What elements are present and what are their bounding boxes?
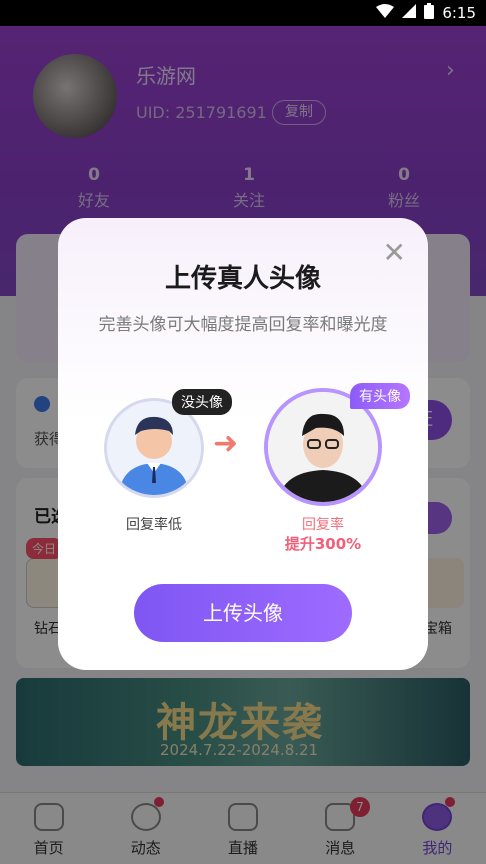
signal-icon	[402, 4, 417, 22]
dialog-subtitle: 完善头像可大幅度提高回复率和曝光度	[98, 315, 388, 335]
low-reply-caption: 回复率低	[126, 517, 182, 533]
status-bar: 6:15	[0, 0, 486, 26]
battery-icon	[424, 3, 435, 23]
dialog-title: 上传真人头像	[164, 264, 321, 294]
no-avatar-tag: 没头像	[172, 389, 232, 415]
has-avatar-tag: 有头像	[350, 383, 410, 409]
upload-avatar-button[interactable]: 上传头像	[134, 584, 352, 642]
reply-rate-caption: 回复率	[302, 517, 344, 533]
status-time: 6:15	[442, 4, 476, 22]
wifi-icon	[376, 4, 395, 22]
upload-avatar-dialog: ✕ 上传真人头像 完善头像可大幅度提高回复率和曝光度 没头像 ➜ 有头像 回复率…	[58, 218, 428, 670]
arrow-right-icon: ➜	[213, 426, 239, 461]
reply-boost-caption: 提升300%	[284, 535, 362, 553]
